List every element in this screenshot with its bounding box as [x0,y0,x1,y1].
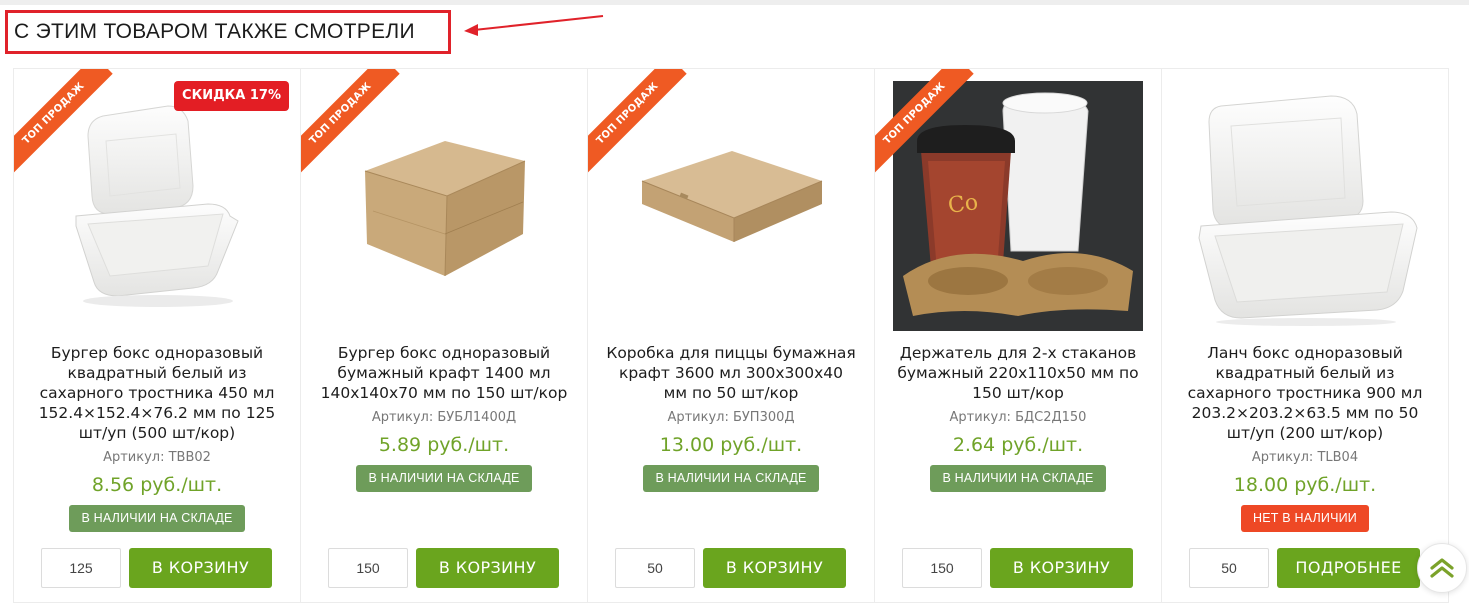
add-to-cart-row: 50 ПОДРОБНЕЕ [1189,548,1420,588]
product-price: 8.56 руб./шт. [91,474,223,496]
product-card: Ланч бокс одноразовый квадратный белый и… [1161,68,1449,603]
quantity-input[interactable]: 125 [41,548,121,588]
add-to-cart-row: 50 В КОРЗИНУ [615,548,846,588]
double-chevron-up-icon [1430,558,1454,578]
stock-status-badge: В НАЛИЧИИ НА СКЛАДЕ [356,465,532,492]
product-image[interactable] [1172,81,1440,331]
product-card: ТОП ПРОДАЖ Коробка для пиццы бумажная кр… [587,68,875,603]
quantity-input[interactable]: 150 [328,548,408,588]
add-to-cart-row: 150 В КОРЗИНУ [902,548,1133,588]
product-sku: Артикул: TLB04 [1251,450,1359,465]
product-info: Держатель для 2-х стаканов бумажный 220x… [875,343,1161,492]
section-title: С ЭТИМ ТОВАРОМ ТАКЖЕ СМОТРЕЛИ [5,10,451,54]
product-name[interactable]: Держатель для 2-х стаканов бумажный 220x… [893,343,1143,403]
quantity-input[interactable]: 50 [1189,548,1269,588]
pizza-box-image [641,151,823,242]
product-price: 18.00 руб./шт. [1233,474,1377,496]
cup-holder-image: Co [893,81,1143,331]
product-name[interactable]: Бургер бокс одноразовый квадратный белый… [32,343,282,443]
product-sku: Артикул: БУП300Д [667,410,795,425]
product-price: 2.64 руб./шт. [952,434,1084,456]
add-to-cart-row: 125 В КОРЗИНУ [41,548,272,588]
product-sku: Артикул: БДС2Д150 [949,410,1087,425]
details-button[interactable]: ПОДРОБНЕЕ [1277,548,1420,588]
quantity-input[interactable]: 50 [615,548,695,588]
add-to-cart-button[interactable]: В КОРЗИНУ [416,548,559,588]
product-price: 13.00 руб./шт. [659,434,803,456]
stock-status-badge: В НАЛИЧИИ НА СКЛАДЕ [643,465,819,492]
product-list: ТОП ПРОДАЖ СКИДКА 17% Бургер бокс однора… [13,68,1453,603]
product-price: 5.89 руб./шт. [378,434,510,456]
scroll-to-top-button[interactable] [1417,543,1467,593]
discount-badge: СКИДКА 17% [174,81,289,111]
stock-status-badge: В НАЛИЧИИ НА СКЛАДЕ [930,465,1106,492]
product-info: Ланч бокс одноразовый квадратный белый и… [1162,343,1448,532]
product-card: ТОП ПРОДАЖ Co Держатель для 2-х стаканов… [874,68,1162,603]
product-info: Бургер бокс одноразовый квадратный белый… [14,343,300,532]
product-name[interactable]: Бургер бокс одноразовый бумажный крафт 1… [319,343,569,403]
product-image[interactable]: Co [893,81,1143,331]
top-divider [0,0,1469,5]
kraft-burger-box-image [364,141,526,277]
product-card: ТОП ПРОДАЖ СКИДКА 17% Бургер бокс однора… [13,68,301,603]
annotation-arrow-icon [464,15,604,36]
stock-status-badge: НЕТ В НАЛИЧИИ [1240,505,1369,532]
product-info: Бургер бокс одноразовый бумажный крафт 1… [301,343,587,492]
add-to-cart-button[interactable]: В КОРЗИНУ [990,548,1133,588]
product-name[interactable]: Ланч бокс одноразовый квадратный белый и… [1180,343,1430,443]
add-to-cart-row: 150 В КОРЗИНУ [328,548,559,588]
add-to-cart-button[interactable]: В КОРЗИНУ [129,548,272,588]
white-burger-box-image [75,105,239,307]
product-sku: Артикул: TBB02 [103,450,211,465]
product-info: Коробка для пиццы бумажная крафт 3600 мл… [588,343,874,492]
product-name[interactable]: Коробка для пиццы бумажная крафт 3600 мл… [606,343,856,403]
white-lunch-box-image [1198,95,1418,326]
svg-text:Co: Co [946,190,979,219]
quantity-input[interactable]: 150 [902,548,982,588]
stock-status-badge: В НАЛИЧИИ НА СКЛАДЕ [69,505,245,532]
product-card: ТОП ПРОДАЖ Бургер бокс одноразовый бумаж… [300,68,588,603]
add-to-cart-button[interactable]: В КОРЗИНУ [703,548,846,588]
product-sku: Артикул: БУБЛ1400Д [371,410,517,425]
